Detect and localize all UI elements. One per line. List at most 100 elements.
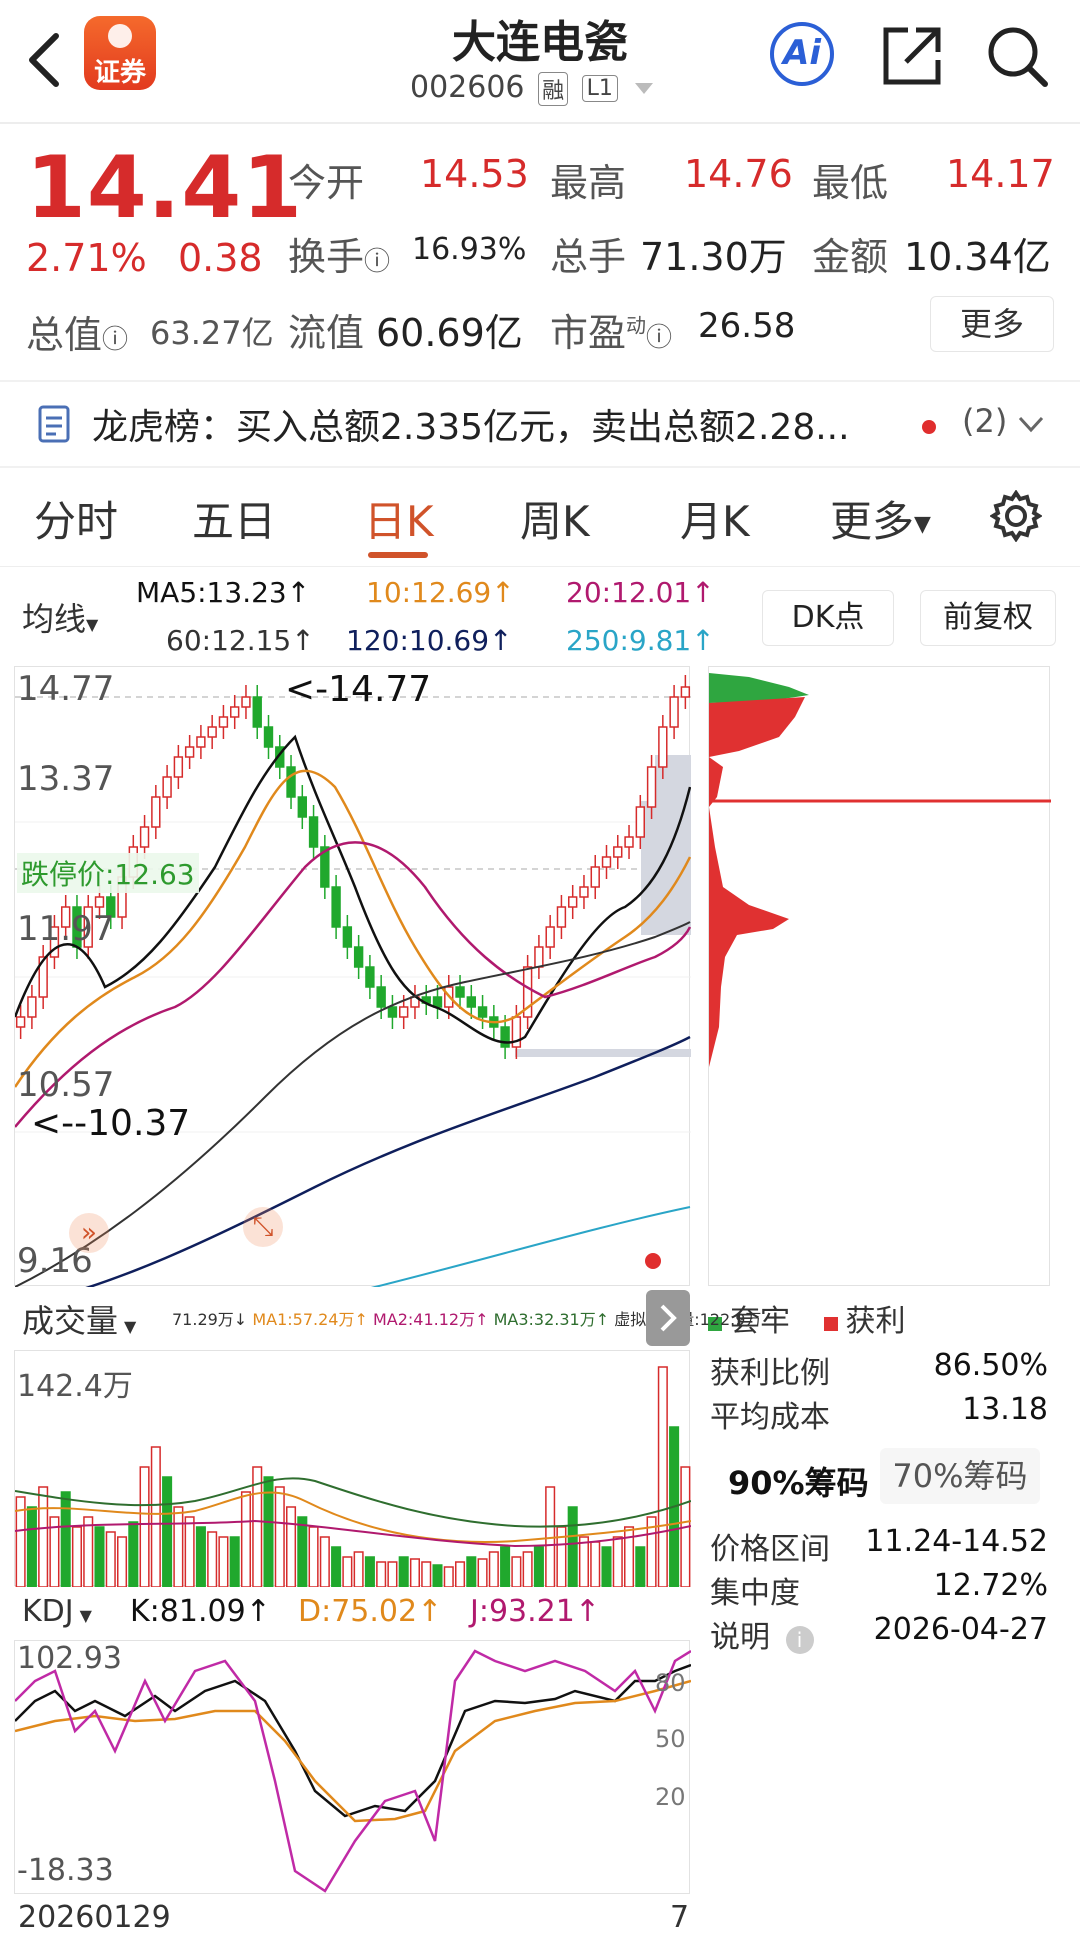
tab-monthly-k[interactable]: 月K	[680, 488, 750, 549]
volume-bar	[207, 1531, 218, 1587]
volume-bar	[105, 1531, 116, 1587]
amount-label: 金额	[812, 235, 889, 279]
settings-gear-icon[interactable]	[990, 490, 1042, 542]
volume-bar	[567, 1506, 578, 1587]
chip-tab-70[interactable]: 70%筹码	[880, 1448, 1040, 1504]
candle-body	[669, 696, 679, 728]
mktcap-label: 总值ⓘ	[26, 313, 129, 357]
adjust-button[interactable]: 前复权	[920, 590, 1056, 646]
candle-body	[218, 716, 229, 728]
rong-badge: 融	[538, 71, 569, 106]
chevron-right-icon	[660, 1304, 677, 1332]
candle-body	[184, 746, 195, 758]
candle-body	[365, 966, 375, 988]
volume-bar	[308, 1526, 319, 1587]
candle-body	[680, 686, 691, 698]
candle-body	[173, 756, 184, 778]
more-quote-button[interactable]: 更多	[930, 296, 1054, 352]
ai-icon: Ai	[783, 33, 821, 73]
tab-weekly-k[interactable]: 周K	[520, 488, 590, 549]
volume-bar	[162, 1476, 173, 1587]
dk-point-button[interactable]: DK点	[762, 590, 894, 646]
profit-ratio-label: 获利比例	[710, 1356, 830, 1391]
low-value: 14.17	[946, 152, 1055, 196]
candle-body	[387, 1006, 398, 1018]
volume-bar	[376, 1561, 387, 1587]
tab-daily-k[interactable]: 日K	[364, 488, 434, 549]
ma120-value: 120:10.69↑	[346, 624, 513, 657]
volume-bar	[150, 1446, 161, 1587]
ma-selector[interactable]: 均线▼	[22, 594, 98, 640]
kdj-k-value: K:81.09↑	[130, 1594, 271, 1629]
kdj-level-80: 80	[655, 1669, 686, 1697]
dropdown-caret-icon	[635, 83, 654, 94]
stock-code-row[interactable]: 002606 融 L1	[410, 70, 654, 106]
candle-body	[658, 726, 668, 768]
volume-bar	[466, 1556, 477, 1587]
volume-bar	[635, 1546, 646, 1587]
chip-distribution-chart[interactable]	[708, 666, 1051, 1286]
kline-canvas	[15, 675, 691, 1287]
candle-body	[94, 896, 105, 908]
kdj-selector[interactable]: KDJ ▼	[22, 1594, 92, 1629]
pe-label: 市盈动ⓘ	[550, 311, 673, 355]
ma250-value: 250:9.81↑	[566, 624, 715, 657]
volume-bar	[590, 1541, 601, 1587]
volume-bar	[533, 1546, 544, 1587]
tab-intraday[interactable]: 分时	[34, 488, 118, 549]
volume-bar	[421, 1561, 432, 1587]
y-label-3: 11.97	[17, 909, 115, 949]
signal-dot-icon	[645, 1253, 661, 1269]
kline-chart[interactable]: 14.77 13.37 11.97 10.57 9.16 跌停价:12.63 <…	[14, 666, 691, 1287]
avg-cost-label: 平均成本	[710, 1400, 830, 1435]
y-label-2: 13.37	[17, 759, 115, 799]
double-chevron-icon[interactable]: »	[69, 1213, 109, 1253]
active-tab-indicator	[368, 552, 428, 558]
ma5-value: MA5:13.23↑	[136, 576, 311, 609]
candle-body	[196, 736, 206, 748]
candle-body	[297, 796, 307, 818]
concentration-label: 集中度	[710, 1576, 800, 1611]
ma10-value: 10:12.69↑	[366, 576, 515, 609]
kdj-level-20: 20	[655, 1783, 686, 1811]
candle-body	[545, 926, 555, 948]
note-value: 2026-04-27	[873, 1612, 1048, 1647]
volume-bar	[500, 1546, 511, 1587]
tab-more[interactable]: 更多▼	[830, 488, 931, 549]
volume-bar	[218, 1536, 229, 1587]
candle-body	[151, 796, 161, 828]
date-start: 20260129	[18, 1900, 171, 1935]
profit-legend-icon	[823, 1317, 838, 1331]
volume-bar	[286, 1506, 297, 1587]
ma60-value: 60:12.15↑	[166, 624, 315, 657]
expand-arrows-icon[interactable]: ⤡	[243, 1207, 283, 1247]
volume-bar	[26, 1506, 37, 1587]
volume-bar	[387, 1561, 398, 1587]
volume-bar	[128, 1521, 139, 1587]
concentration-value: 12.72%	[933, 1568, 1048, 1603]
volume-bar	[94, 1526, 105, 1587]
expand-right-button[interactable]	[646, 1290, 690, 1346]
volume-bar	[601, 1546, 612, 1587]
candle-body	[624, 836, 634, 848]
volume-bar	[60, 1491, 71, 1587]
kdj-canvas	[15, 1649, 691, 1893]
volume-bar	[229, 1536, 240, 1587]
kdj-chart[interactable]: 102.93 -18.33 80 50 20	[14, 1640, 691, 1894]
volume-bar	[319, 1536, 330, 1587]
volume-chart[interactable]: 142.4万	[14, 1350, 691, 1587]
tab-five-day[interactable]: 五日	[192, 488, 276, 549]
volume-max-label: 142.4万	[17, 1369, 133, 1404]
kdj-max-label: 102.93	[17, 1641, 122, 1676]
ai-button[interactable]: Ai	[770, 22, 834, 86]
volume-indicator-selector[interactable]: 成交量 ▼	[22, 1296, 136, 1342]
candle-body	[399, 1006, 409, 1018]
volume-bar	[511, 1556, 522, 1587]
ma20-value: 20:12.01↑	[566, 576, 715, 609]
volume-value: 71.30万	[640, 235, 787, 279]
chip-tab-90[interactable]: 90%筹码	[728, 1458, 869, 1504]
dragon-tiger-notice[interactable]: 龙虎榜：买入总额2.335亿元，卖出总额2.28... (2)	[0, 380, 1080, 468]
info-icon: i	[785, 1626, 814, 1654]
share-icon[interactable]	[880, 24, 944, 88]
search-icon[interactable]	[985, 24, 1051, 90]
